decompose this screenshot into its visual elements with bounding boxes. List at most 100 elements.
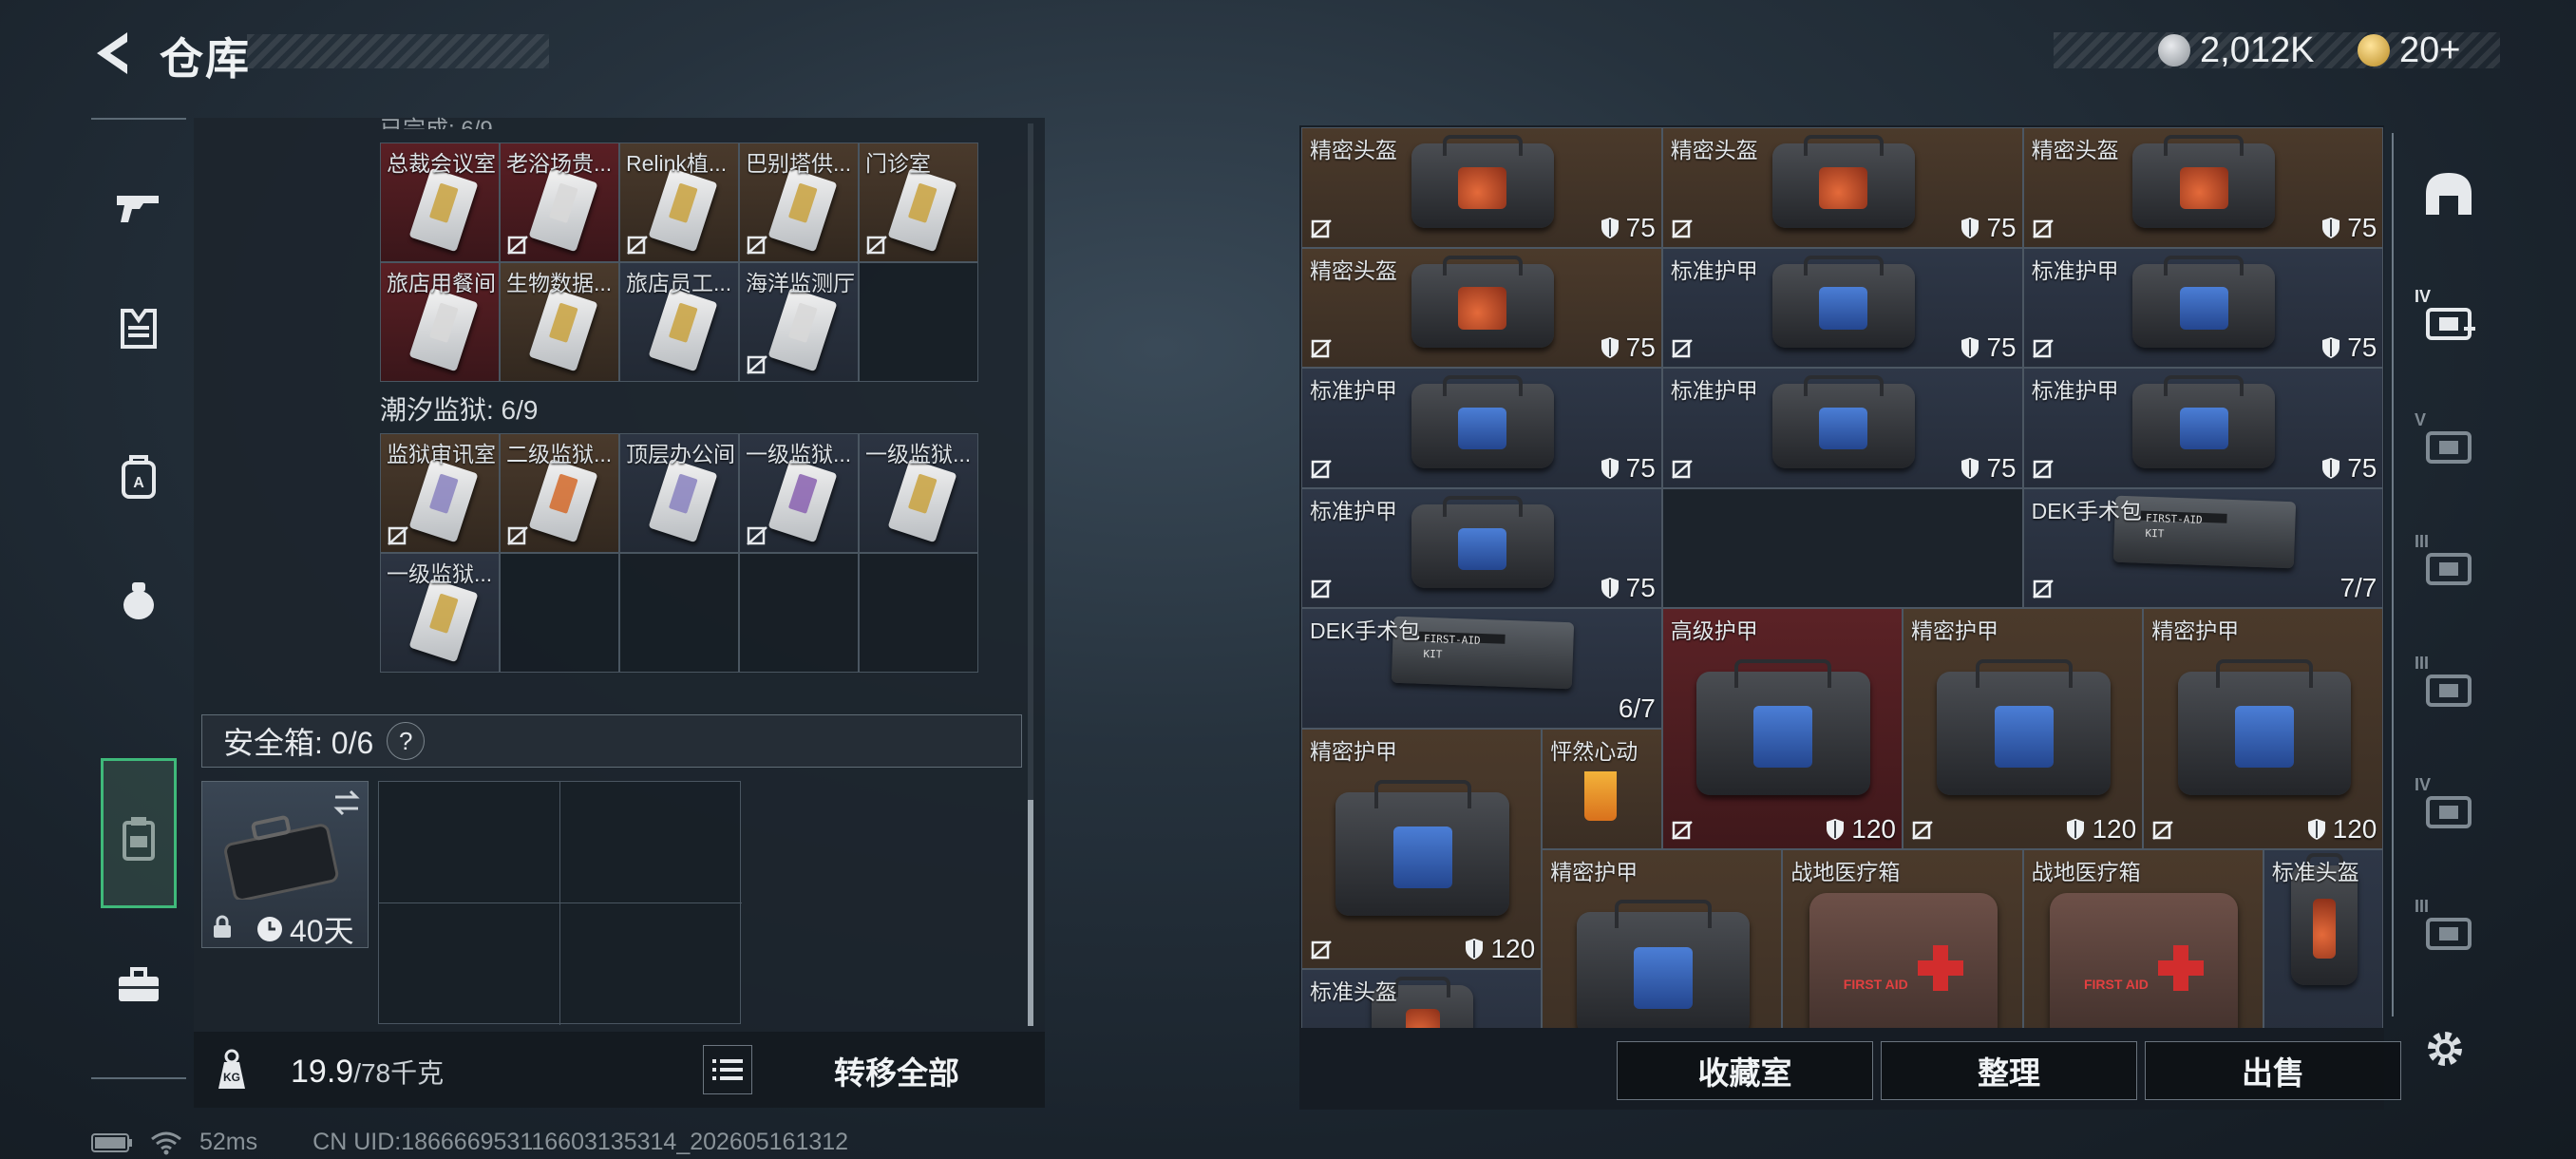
- durability-value: 75: [1986, 332, 2017, 363]
- empty-slot[interactable]: [619, 553, 739, 673]
- case-iii-b-icon[interactable]: III: [2413, 652, 2485, 724]
- stash-item[interactable]: FIRST AID 战地医疗箱: [1782, 848, 2023, 1028]
- stash-item[interactable]: FIRST-AID KIT DEK手术包 7/7: [2022, 487, 2384, 609]
- settings-icon[interactable]: [2418, 1022, 2479, 1083]
- stash-item[interactable]: 精密护甲 120: [1903, 608, 2144, 849]
- helmet-slot-icon[interactable]: [2413, 160, 2485, 232]
- stash-item[interactable]: 精密护甲: [1542, 848, 1783, 1028]
- no-trade-icon: [1311, 580, 1332, 599]
- case-iv-icon[interactable]: IV: [2413, 773, 2485, 846]
- stash-item[interactable]: 精密头盔 75: [2022, 127, 2384, 248]
- stash-item[interactable]: FIRST-AID KIT DEK手术包 6/7: [1301, 608, 1662, 729]
- backpack-icon[interactable]: A: [101, 439, 177, 515]
- stash-item[interactable]: 标准护甲 75: [1301, 487, 1662, 609]
- item-durability: 75: [1600, 573, 1656, 603]
- stash-item[interactable]: 标准护甲 75: [1301, 368, 1662, 488]
- keycard-label: 二级监狱...: [506, 442, 613, 466]
- stash-item[interactable]: FIRST AID 战地医疗箱: [2022, 848, 2263, 1028]
- bag-face: [1458, 527, 1507, 570]
- list-view-button[interactable]: [703, 1045, 752, 1094]
- keycard-item[interactable]: 顶层办公间: [619, 433, 739, 553]
- keycard-item[interactable]: 门诊室: [859, 142, 978, 262]
- safe-box-item[interactable]: 40天: [201, 781, 369, 948]
- silver-amount: 2,012K: [2200, 29, 2315, 70]
- item-name: 怦然心动: [1550, 739, 1638, 764]
- stash-item[interactable]: 标准护甲 75: [2022, 247, 2384, 369]
- safe-grid[interactable]: [378, 781, 742, 1025]
- keycard-item[interactable]: 旅店用餐间: [380, 262, 500, 382]
- stash-item[interactable]: 标准护甲 75: [1661, 368, 2023, 488]
- stash-item[interactable]: 标准头盔: [2263, 848, 2384, 1028]
- sell-button[interactable]: 出售: [2145, 1041, 2401, 1100]
- no-trade-icon: [2032, 218, 2054, 238]
- keycard-item[interactable]: 一级监狱...: [380, 553, 500, 673]
- stash-item[interactable]: 标准头盔: [1301, 969, 1543, 1028]
- keycard-item[interactable]: 海洋监测厅: [739, 262, 859, 382]
- keycard-item[interactable]: 二级监狱...: [500, 433, 619, 553]
- keycard-item[interactable]: 生物数据...: [500, 262, 619, 382]
- rail-tier-label: III: [2415, 532, 2430, 551]
- stash-item[interactable]: 高级护甲 120: [1661, 608, 1903, 849]
- medkit-iv-icon[interactable]: IV: [2413, 285, 2485, 357]
- gun-icon[interactable]: [101, 169, 177, 245]
- back-button[interactable]: [84, 25, 141, 82]
- keycard-label: Relink植...: [626, 151, 728, 176]
- stash-item[interactable]: 精密护甲 120: [1301, 729, 1543, 970]
- bag-icon[interactable]: [101, 562, 177, 638]
- gold-currency[interactable]: 20+: [2358, 28, 2460, 72]
- stash-item[interactable]: 怦然心动: [1542, 729, 1662, 849]
- stash-item[interactable]: 精密护甲 120: [2143, 608, 2384, 849]
- empty-slot[interactable]: [859, 553, 978, 673]
- case-iii-c-icon[interactable]: III: [2413, 895, 2485, 967]
- keycard-icon: [408, 287, 479, 372]
- stash-item[interactable]: 标准护甲 75: [2022, 368, 2384, 488]
- keycard-item[interactable]: 旅店员工...: [619, 262, 739, 382]
- durability-value: 75: [2347, 452, 2377, 483]
- silver-currency[interactable]: 2,012K: [2158, 28, 2314, 72]
- keycard-item[interactable]: 一级监狱...: [739, 433, 859, 553]
- toolbox-icon[interactable]: [101, 946, 177, 1022]
- organize-button[interactable]: 整理: [1881, 1041, 2137, 1100]
- empty-slot[interactable]: [1661, 487, 2023, 609]
- swap-icon[interactable]: [331, 788, 362, 818]
- collection-room-button[interactable]: 收藏室: [1617, 1041, 1873, 1100]
- stash-grid[interactable]: 精密头盔 75 精密头盔 75 精密头盔 75 精密头盔 75 标准护甲 75 标准护甲 75 标准护甲…: [1301, 127, 2384, 1028]
- empty-slot[interactable]: [739, 553, 859, 673]
- battery-icon: [91, 1132, 132, 1152]
- armor-bag-icon: [2177, 658, 2351, 795]
- transfer-all-button[interactable]: 转移全部: [769, 1041, 1024, 1100]
- shield-icon: [2307, 818, 2325, 840]
- help-icon[interactable]: ?: [387, 722, 426, 760]
- keycard-label: 一级监狱...: [746, 442, 852, 466]
- keycard-item[interactable]: Relink植...: [619, 142, 739, 262]
- keycard-item[interactable]: 老浴场贵...: [500, 142, 619, 262]
- bag-face: [2179, 287, 2228, 330]
- stash-item[interactable]: 精密头盔 75: [1661, 127, 2023, 248]
- item-name: 精密护甲: [2151, 618, 2240, 644]
- no-trade-icon: [1671, 820, 1693, 840]
- keycard-label: 顶层办公间: [626, 442, 735, 466]
- case-iii-icon[interactable]: III: [2413, 530, 2485, 602]
- case-v-icon[interactable]: V: [2413, 408, 2485, 481]
- bag-face: [2179, 166, 2228, 210]
- stash-item[interactable]: 精密头盔 75: [1301, 247, 1662, 369]
- keycard-icon: [767, 458, 838, 543]
- keycard-item[interactable]: 监狱审讯室: [380, 433, 500, 553]
- keycard-item[interactable]: 巴别塔供...: [739, 142, 859, 262]
- scroll-thumb[interactable]: [1028, 800, 1033, 1026]
- item-name: 标准护甲: [1310, 378, 1397, 404]
- keycard-item[interactable]: 一级监狱...: [859, 433, 978, 553]
- stash-item[interactable]: 精密头盔 75: [1301, 127, 1662, 248]
- safe-box-bar: 安全箱: 0/6 ?: [201, 714, 1022, 768]
- item-name: 标准头盔: [1310, 979, 1397, 1005]
- item-durability: 120: [1825, 814, 1896, 845]
- rail-tier-label: IV: [2415, 287, 2432, 306]
- empty-slot[interactable]: [500, 553, 619, 673]
- weight-icon: KG: [218, 1049, 245, 1089]
- vest-icon[interactable]: [101, 291, 177, 367]
- ping: 52ms: [199, 1129, 258, 1155]
- stash-item[interactable]: 标准护甲 75: [1661, 247, 2023, 369]
- keycard-item[interactable]: 总裁会议室: [380, 142, 500, 262]
- empty-slot[interactable]: [859, 262, 978, 382]
- shield-icon: [1601, 578, 1619, 599]
